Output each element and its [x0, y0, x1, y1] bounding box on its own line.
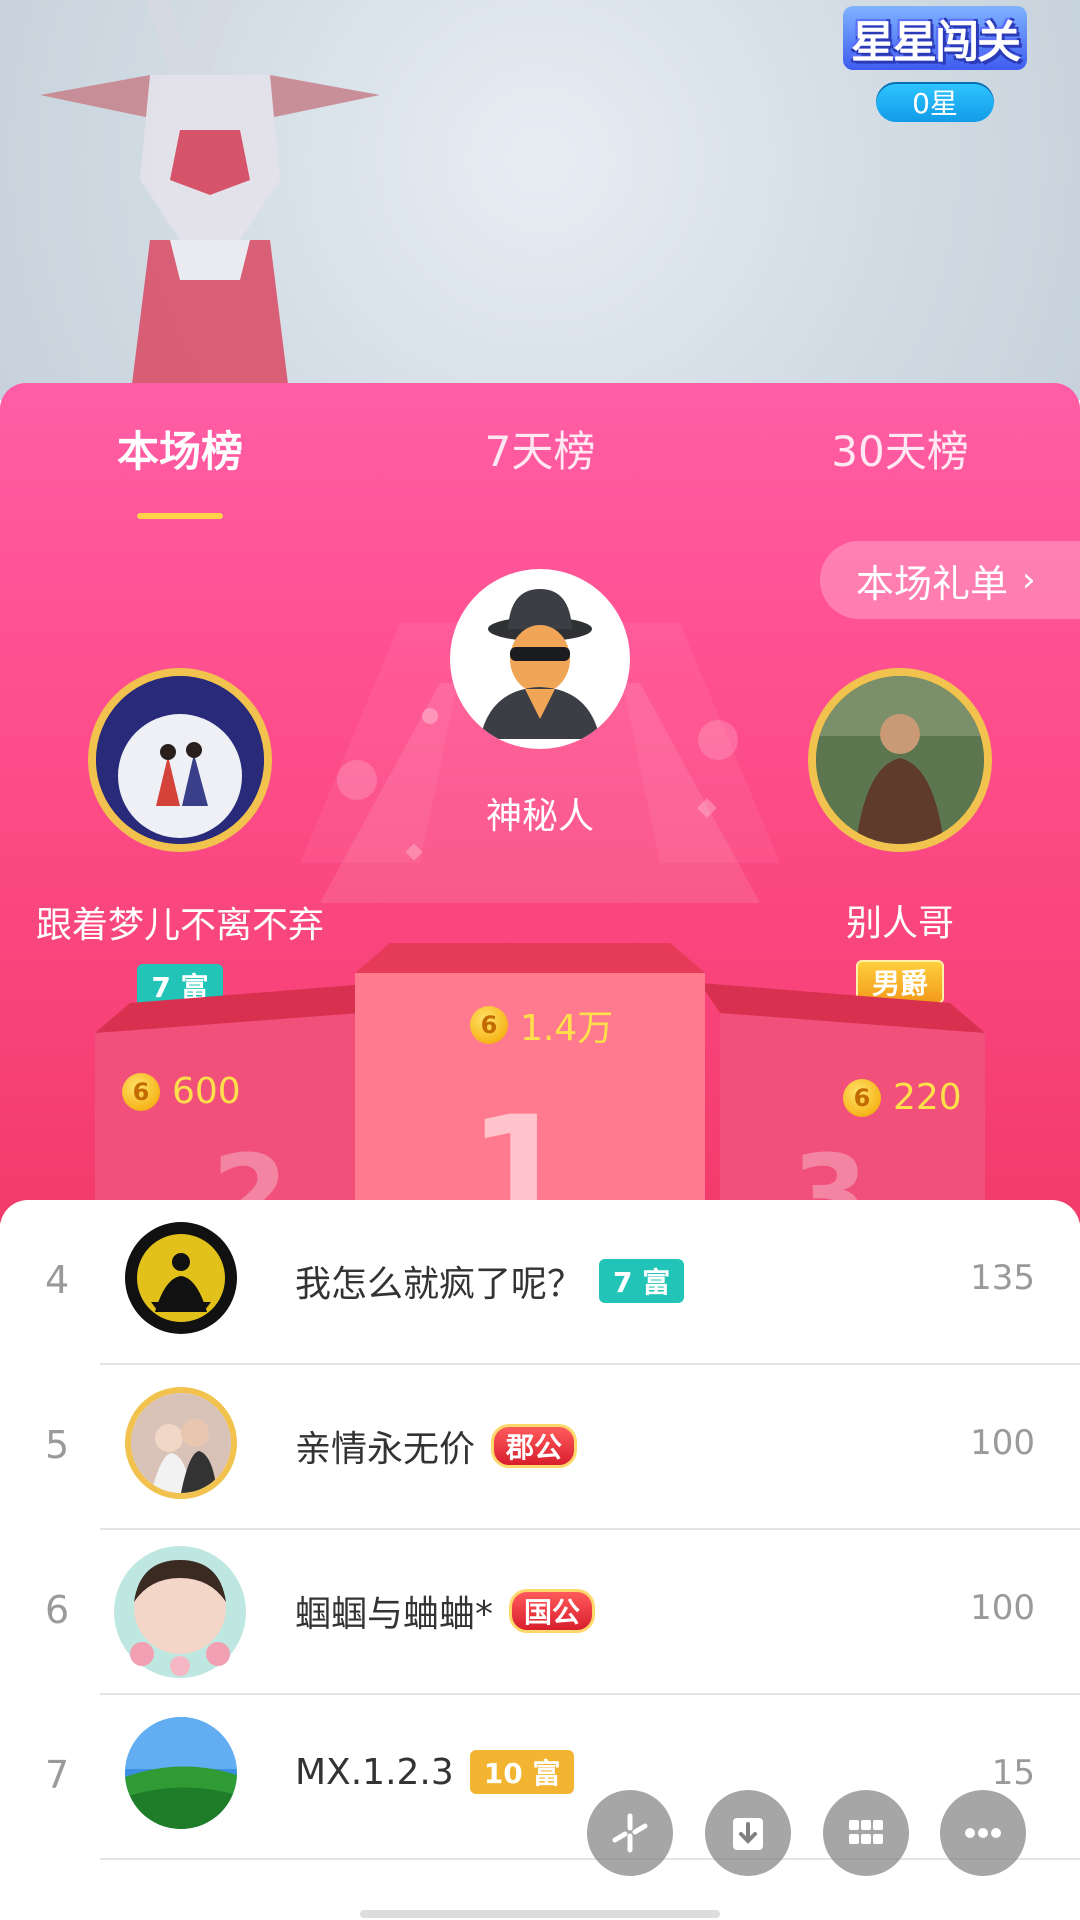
download-icon [733, 1818, 763, 1850]
avatar [125, 1222, 237, 1334]
contribution-value: 15 [991, 1753, 1035, 1793]
grid-icon [849, 1820, 883, 1844]
podium-first-score: 6 1.4万 [470, 999, 613, 1051]
star-count-badge: 0星 [876, 82, 994, 122]
user-name: 蝈蝈与蛐蛐* 国公 [295, 1585, 596, 1637]
session-gift-list-button[interactable]: 本场礼单 › [820, 541, 1080, 619]
podium-first-name: 神秘人 [485, 796, 594, 837]
user-name-text: 蝈蝈与蛐蛐* [295, 1594, 494, 1635]
grid-menu-button[interactable] [823, 1790, 909, 1876]
home-indicator [360, 1910, 720, 1918]
ranking-list: 4 我怎么就疯了呢？ 7 富 135 5 亲情永无价 郡公 100 6 蝈蝈与蛐… [0, 1200, 1080, 1920]
active-tab-indicator [137, 513, 223, 519]
live-video-area: 星星闯关 0星 [0, 0, 1080, 400]
avatar [110, 1542, 250, 1682]
user-name-text: 亲情永无价 [295, 1429, 476, 1470]
contribution-value: 135 [970, 1258, 1035, 1298]
contribution-value: 100 [970, 1588, 1035, 1628]
first-score-value: 1.4万 [520, 1008, 614, 1049]
third-avatar [808, 668, 992, 852]
rank-number: 4 [45, 1258, 70, 1302]
row-divider [100, 1858, 1080, 1860]
rank-title-badge: 国公 [509, 1589, 596, 1633]
rank-number: 5 [45, 1423, 70, 1467]
avatar [125, 1717, 237, 1829]
user-name: 亲情永无价 郡公 [295, 1420, 578, 1472]
user-name-text: MX.1.2.3 [295, 1751, 454, 1793]
user-name: 我怎么就疯了呢？ 7 富 [295, 1255, 685, 1307]
second-avatar [88, 668, 272, 852]
podium-second-name: 跟着梦儿不离不弃 [35, 905, 324, 946]
ranking-panel: 本场榜 7天榜 30天榜 本场礼单 › 神秘人 跟着梦儿不离不弃 7 富 别人哥… [0, 383, 1080, 1223]
list-item[interactable]: 6 蝈蝈与蛐蛐* 国公 100 [0, 1530, 1080, 1695]
list-item[interactable]: 4 我怎么就疯了呢？ 7 富 135 [0, 1200, 1080, 1365]
gift-list-label: 本场礼单 [856, 561, 1009, 606]
list-item[interactable]: 5 亲情永无价 郡公 100 [0, 1365, 1080, 1530]
podium-second-score: 6 600 [122, 1071, 241, 1112]
more-options-button[interactable] [940, 1790, 1026, 1876]
second-score-value: 600 [172, 1071, 241, 1112]
coin-icon: 6 [843, 1078, 881, 1117]
tab-this-session[interactable]: 本场榜 [50, 418, 310, 479]
tab-7-days[interactable]: 7天榜 [410, 418, 670, 479]
list-item[interactable]: 7 MX.1.2.3 10 富 15 [0, 1695, 1080, 1860]
mystery-avatar [450, 569, 630, 749]
rank-number: 7 [45, 1753, 70, 1797]
third-score-value: 220 [893, 1077, 962, 1118]
sparkle-icon [612, 1813, 648, 1853]
more-icon [965, 1828, 1001, 1838]
podium-third-name: 别人哥 [845, 903, 954, 944]
ranking-tabs: 本场榜 7天榜 30天榜 [0, 418, 1080, 519]
rank-number: 6 [45, 1588, 70, 1632]
wealth-badge: 10 富 [469, 1750, 575, 1794]
coin-icon: 6 [122, 1072, 160, 1111]
contribution-value: 100 [970, 1423, 1035, 1463]
star-challenge-widget[interactable]: 星星闯关 0星 [835, 6, 1035, 122]
coin-icon: 6 [470, 1006, 508, 1044]
user-name-text: 我怎么就疯了呢？ [295, 1264, 584, 1305]
avatar [125, 1387, 237, 1499]
sparkle-button[interactable] [587, 1790, 673, 1876]
podium-first[interactable]: 神秘人 [450, 569, 630, 839]
rank-title-badge: 郡公 [491, 1424, 578, 1468]
star-challenge-title: 星星闯关 [843, 6, 1027, 70]
podium-third-score: 6 220 [843, 1077, 962, 1118]
goat-figure-image [40, 0, 380, 400]
download-button[interactable] [705, 1790, 791, 1876]
wealth-badge: 7 富 [599, 1259, 685, 1303]
user-name: MX.1.2.3 10 富 [295, 1750, 575, 1794]
chevron-right-icon: › [1022, 560, 1036, 600]
tab-30-days[interactable]: 30天榜 [770, 418, 1030, 479]
